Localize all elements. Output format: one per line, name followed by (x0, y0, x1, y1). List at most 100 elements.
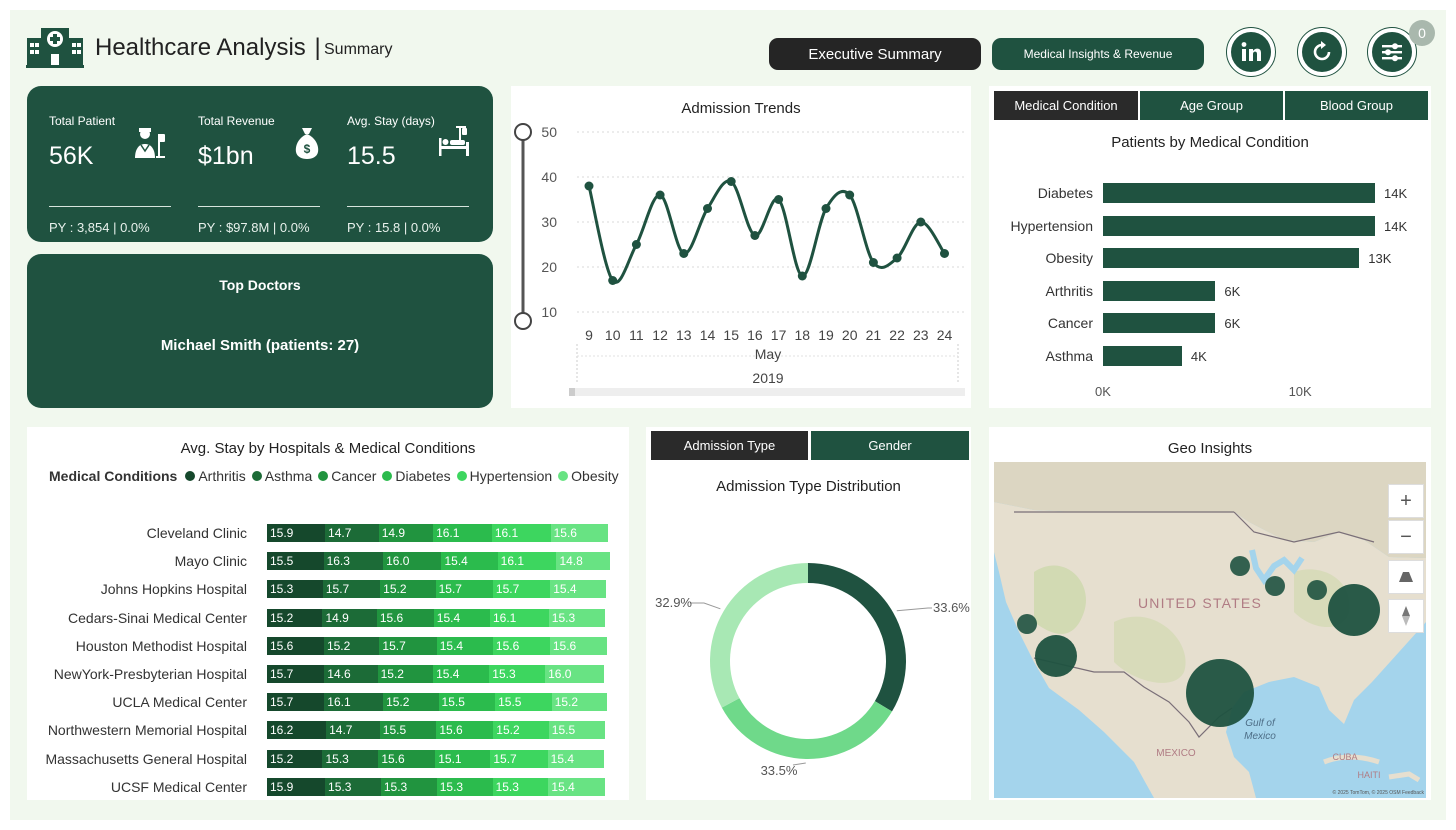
stay-segment[interactable]: 15.1 (435, 749, 491, 768)
stay-segment[interactable]: 15.3 (492, 777, 549, 796)
stay-segment[interactable]: 15.7 (435, 580, 493, 599)
compass-button[interactable] (1388, 599, 1424, 633)
trend-data-point[interactable] (726, 177, 736, 186)
stay-segment[interactable]: 15.2 (383, 693, 439, 712)
trend-data-point[interactable] (940, 249, 949, 258)
stay-segment[interactable]: 15.6 (378, 749, 436, 768)
stay-segment[interactable]: 15.6 (550, 524, 608, 542)
stay-segment[interactable]: 16.0 (545, 665, 604, 683)
stay-segment[interactable]: 16.1 (491, 524, 551, 542)
stay-segment[interactable]: 15.7 (322, 580, 381, 599)
stay-segment[interactable]: 16.0 (383, 552, 442, 571)
map-bubble[interactable] (1186, 659, 1254, 727)
map-bubble[interactable] (1017, 614, 1037, 634)
stay-segment[interactable]: 15.2 (551, 693, 608, 712)
trend-data-point[interactable] (821, 204, 831, 213)
trend-data-point[interactable] (679, 249, 689, 258)
trend-data-point[interactable] (774, 195, 784, 204)
donut-slice[interactable] (710, 563, 808, 708)
stay-segment[interactable]: 15.3 (548, 608, 605, 627)
stay-segment[interactable]: 15.7 (379, 636, 437, 655)
stay-segment[interactable]: 15.4 (550, 580, 607, 599)
linkedin-button[interactable] (1226, 27, 1276, 77)
trend-data-point[interactable] (703, 204, 712, 213)
stay-segment[interactable]: 15.2 (380, 580, 436, 599)
horizontal-scrollbar[interactable] (569, 388, 965, 396)
stay-segment[interactable]: 15.4 (433, 608, 490, 627)
stay-segment[interactable]: 15.5 (267, 552, 324, 571)
stay-segment[interactable]: 15.6 (267, 636, 324, 655)
donut-slice[interactable] (808, 563, 906, 712)
stay-segment[interactable]: 15.5 (379, 721, 437, 740)
stay-segment[interactable]: 15.2 (267, 608, 323, 627)
map-bubble[interactable] (1265, 576, 1285, 596)
reset-button[interactable] (1297, 27, 1347, 77)
tilt-button[interactable] (1388, 560, 1424, 594)
zoom-in-button[interactable]: + (1388, 484, 1424, 518)
stay-segment[interactable]: 14.9 (378, 524, 434, 542)
geo-map[interactable]: UNITED STATES MEXICO Gulf of Mexico CUBA… (994, 462, 1426, 798)
stay-segment[interactable]: 15.9 (267, 777, 326, 796)
stay-segment[interactable]: 15.3 (436, 777, 493, 796)
trend-data-point[interactable] (584, 181, 594, 191)
stay-segment[interactable]: 15.6 (549, 636, 607, 655)
stay-segment[interactable]: 15.3 (489, 665, 546, 683)
condition-bar[interactable] (1103, 248, 1360, 269)
stay-segment[interactable]: 15.2 (493, 721, 549, 740)
scrollbar-thumb[interactable] (569, 388, 575, 396)
range-slider-handle-top[interactable] (514, 123, 532, 141)
stay-segment[interactable]: 15.3 (380, 777, 437, 796)
stay-segment[interactable]: 16.1 (433, 524, 492, 542)
stay-segment[interactable]: 15.3 (325, 777, 381, 796)
stay-segment[interactable]: 15.6 (492, 636, 550, 655)
stay-segment[interactable]: 15.4 (436, 636, 493, 655)
stay-segment[interactable]: 15.6 (436, 721, 494, 740)
map-bubble[interactable] (1328, 584, 1380, 636)
stay-segment[interactable]: 15.2 (267, 749, 323, 768)
trend-data-point[interactable] (916, 217, 926, 227)
map-bubble[interactable] (1307, 580, 1327, 600)
stay-segment[interactable]: 14.6 (324, 665, 378, 683)
stay-segment[interactable]: 15.4 (441, 552, 498, 571)
stay-segment[interactable]: 14.9 (322, 608, 377, 627)
stay-segment[interactable]: 15.5 (548, 721, 606, 740)
stay-segment[interactable]: 15.9 (267, 524, 326, 542)
trend-data-point[interactable] (892, 253, 902, 263)
stay-segment[interactable]: 15.5 (438, 693, 496, 712)
trend-data-point[interactable] (797, 271, 807, 281)
condition-bar[interactable] (1103, 183, 1376, 203)
condition-bar[interactable] (1103, 215, 1376, 236)
trend-data-point[interactable] (868, 258, 878, 267)
stay-segment[interactable]: 14.8 (556, 552, 611, 571)
stay-segment[interactable]: 15.4 (547, 749, 604, 768)
nav-executive-summary-button[interactable]: Executive Summary (769, 38, 981, 70)
trend-data-point[interactable] (631, 240, 641, 249)
nav-medical-insights-button[interactable]: Medical Insights & Revenue (992, 38, 1204, 70)
stay-segment[interactable]: 14.7 (326, 721, 380, 740)
map-bubble[interactable] (1230, 556, 1250, 576)
range-slider-handle-bottom[interactable] (514, 312, 532, 330)
stay-segment[interactable]: 15.5 (495, 693, 552, 712)
map-bubble[interactable] (1035, 635, 1077, 677)
stay-segment[interactable]: 16.1 (490, 608, 549, 627)
stay-segment[interactable]: 15.3 (322, 749, 379, 768)
condition-bar[interactable] (1103, 280, 1216, 301)
stay-segment[interactable]: 15.7 (267, 665, 325, 683)
stay-segment[interactable]: 16.3 (323, 552, 384, 571)
trend-data-point[interactable] (750, 231, 760, 240)
stay-segment[interactable]: 15.4 (433, 665, 490, 683)
donut-slice[interactable] (721, 698, 893, 759)
stay-segment[interactable]: 15.7 (490, 749, 548, 768)
stay-segment[interactable]: 16.1 (324, 693, 384, 712)
stay-segment[interactable]: 15.2 (377, 665, 434, 683)
stay-segment[interactable]: 15.6 (376, 608, 434, 627)
stay-segment[interactable]: 16.2 (267, 721, 327, 740)
trend-data-point[interactable] (655, 190, 665, 200)
zoom-out-button[interactable]: − (1388, 520, 1424, 554)
stay-segment[interactable]: 14.7 (325, 524, 379, 542)
stay-segment[interactable]: 15.7 (492, 580, 551, 599)
condition-bar[interactable] (1103, 346, 1182, 366)
stay-segment[interactable]: 15.4 (548, 777, 605, 796)
stay-segment[interactable]: 15.2 (323, 636, 380, 655)
stay-segment[interactable]: 16.1 (497, 552, 557, 571)
